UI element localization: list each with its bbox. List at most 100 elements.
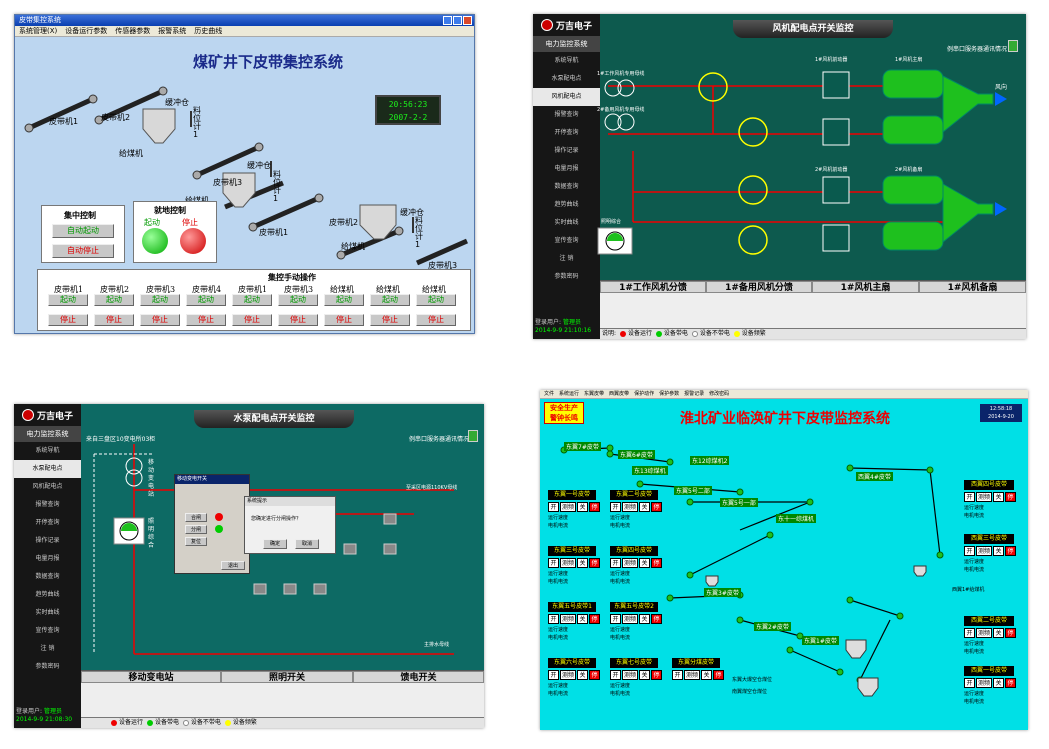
confirm-ok-button[interactable]: 确定 <box>263 539 287 549</box>
east-1-stop-button[interactable]: 停 <box>589 502 600 512</box>
open-switch-button[interactable]: 分闸 <box>185 525 207 534</box>
east-1-open-button[interactable]: 开 <box>548 502 559 512</box>
start-button-1[interactable]: 起动 <box>48 294 88 306</box>
east-6-test-button[interactable]: 测频 <box>560 670 576 680</box>
stop-button-4[interactable]: 停止 <box>186 314 226 326</box>
legend-unpowered-icon <box>691 330 698 337</box>
close-switch-button[interactable]: 合闸 <box>185 513 207 522</box>
east-1-close-button[interactable]: 关 <box>577 502 588 512</box>
west-3-test-button[interactable]: 测频 <box>976 546 992 556</box>
east-3-test-button[interactable]: 测频 <box>560 558 576 568</box>
confirm-titlebar[interactable]: 系统提示 <box>245 497 335 506</box>
dialog-title: 移动变电开关 <box>177 476 208 482</box>
fan-monitor-window: 万吉电子 电力监控系统 系统导航 水泵配电点 风机配电点 报警查询 开停查询 操… <box>533 14 1026 339</box>
stop-button-2[interactable]: 停止 <box>94 314 134 326</box>
east-3-close-button[interactable]: 关 <box>577 558 588 568</box>
west-1-close-button[interactable]: 关 <box>993 678 1004 688</box>
start-button-7[interactable]: 起动 <box>324 294 364 306</box>
local-control-title: 就地控制 <box>154 205 186 215</box>
west-1-open-button[interactable]: 开 <box>964 678 975 688</box>
east-5b-open-button[interactable]: 开 <box>610 614 621 624</box>
east-feed-close-button[interactable]: 关 <box>701 670 712 680</box>
auto-stop-button[interactable]: 自动停止 <box>52 244 114 258</box>
east-2-open-button[interactable]: 开 <box>610 502 621 512</box>
east-feed-test-button[interactable]: 测频 <box>684 670 700 680</box>
local-stop-button[interactable] <box>180 228 206 254</box>
belt-label-4: 东12综煤机2 <box>690 456 730 465</box>
dialog-titlebar[interactable]: 移动变电开关 <box>175 475 249 484</box>
east-6-close-button[interactable]: 关 <box>577 670 588 680</box>
west-4-stop-button[interactable]: 停 <box>1005 492 1016 502</box>
west-3-stop-button[interactable]: 停 <box>1005 546 1016 556</box>
start-button-4[interactable]: 起动 <box>186 294 226 306</box>
west-2-close-button[interactable]: 关 <box>993 628 1004 638</box>
east-2-stop-button[interactable]: 停 <box>651 502 662 512</box>
west-1-stop-button[interactable]: 停 <box>1005 678 1016 688</box>
east-feed-stop-button[interactable]: 停 <box>713 670 724 680</box>
west-4-test-button[interactable]: 测频 <box>976 492 992 502</box>
east-5a-open-button[interactable]: 开 <box>548 614 559 624</box>
east-7-open-button[interactable]: 开 <box>610 670 621 680</box>
local-start-button[interactable] <box>142 228 168 254</box>
legend-powered-icon <box>655 330 662 337</box>
auto-start-button[interactable]: 自动起动 <box>52 224 114 238</box>
east-5a-close-button[interactable]: 关 <box>577 614 588 624</box>
west-3-speed-label: 运行速度 <box>964 559 985 565</box>
confirm-cancel-button[interactable]: 取消 <box>295 539 319 549</box>
stop-button-3[interactable]: 停止 <box>140 314 180 326</box>
reset-button[interactable]: 复位 <box>185 537 207 546</box>
start-button-3[interactable]: 起动 <box>140 294 180 306</box>
east-3-open-button[interactable]: 开 <box>548 558 559 568</box>
east-7-speed-label: 运行速度 <box>610 683 631 689</box>
east-5b-close-button[interactable]: 关 <box>639 614 650 624</box>
east-4-test-button[interactable]: 测频 <box>622 558 638 568</box>
stop-button-7[interactable]: 停止 <box>324 314 364 326</box>
east-7-close-button[interactable]: 关 <box>639 670 650 680</box>
east-6-stop-button[interactable]: 停 <box>589 670 600 680</box>
belt-label-8: 东翼3#皮带 <box>704 588 741 597</box>
belt-label-6: 东翼5号一部 <box>720 498 758 507</box>
east-feed-open-button[interactable]: 开 <box>672 670 683 680</box>
belt-label-3: 皮带机3 <box>213 178 243 187</box>
east-4-open-button[interactable]: 开 <box>610 558 621 568</box>
east-7-test-button[interactable]: 测频 <box>622 670 638 680</box>
stop-button-9[interactable]: 停止 <box>416 314 456 326</box>
belt-label-3: 东13综煤机 <box>632 466 668 475</box>
stop-button-8[interactable]: 停止 <box>370 314 410 326</box>
west-1-test-button[interactable]: 测频 <box>976 678 992 688</box>
west-4-open-button[interactable]: 开 <box>964 492 975 502</box>
east-7-stop-button[interactable]: 停 <box>651 670 662 680</box>
stop-button-6[interactable]: 停止 <box>278 314 318 326</box>
start-button-8[interactable]: 起动 <box>370 294 410 306</box>
west-2-stop-button[interactable]: 停 <box>1005 628 1016 638</box>
stop-button-1[interactable]: 停止 <box>48 314 88 326</box>
table-header-4: 1#风机备扇 <box>919 281 1026 293</box>
west-4-close-button[interactable]: 关 <box>993 492 1004 502</box>
west-2-test-button[interactable]: 测频 <box>976 628 992 638</box>
west-3-open-button[interactable]: 开 <box>964 546 975 556</box>
east-6-open-button[interactable]: 开 <box>548 670 559 680</box>
east-3-stop-button[interactable]: 停 <box>589 558 600 568</box>
west-2-open-button[interactable]: 开 <box>964 628 975 638</box>
east-1-test-button[interactable]: 测频 <box>560 502 576 512</box>
confirm-title: 系统提示 <box>247 498 268 504</box>
fan-label-2: 1#风机主扇 <box>895 57 923 63</box>
east-5b-test-button[interactable]: 测频 <box>622 614 638 624</box>
start-button-2[interactable]: 起动 <box>94 294 134 306</box>
east-2-test-button[interactable]: 测频 <box>622 502 638 512</box>
fan-label-1: 1#风机前动器 <box>815 57 848 63</box>
east-5a-test-button[interactable]: 测频 <box>560 614 576 624</box>
east-5b-stop-button[interactable]: 停 <box>651 614 662 624</box>
east-4-stop-button[interactable]: 停 <box>651 558 662 568</box>
start-button-9[interactable]: 起动 <box>416 294 456 306</box>
switch-dialog: 移动变电开关 合闸 分闸 复位 退出 <box>174 474 250 574</box>
start-button-5[interactable]: 起动 <box>232 294 272 306</box>
east-4-close-button[interactable]: 关 <box>639 558 650 568</box>
west-3-close-button[interactable]: 关 <box>993 546 1004 556</box>
east-2-close-button[interactable]: 关 <box>639 502 650 512</box>
stop-button-5[interactable]: 停止 <box>232 314 272 326</box>
control-east-4-title: 东翼四号皮带 <box>610 546 658 556</box>
east-5a-stop-button[interactable]: 停 <box>589 614 600 624</box>
dialog-exit-button[interactable]: 退出 <box>221 561 245 570</box>
start-button-6[interactable]: 起动 <box>278 294 318 306</box>
